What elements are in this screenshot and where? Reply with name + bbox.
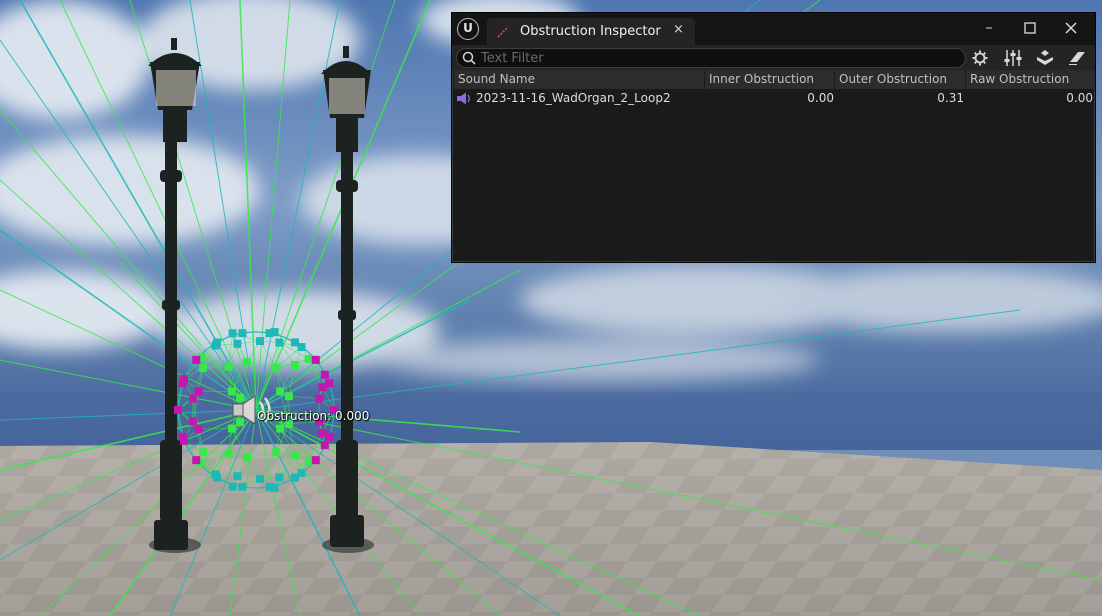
trace-point: [227, 387, 236, 396]
close-window-button[interactable]: [1051, 17, 1091, 39]
maximize-icon: [1024, 22, 1036, 34]
trace-point: [233, 339, 242, 348]
trace-point: [284, 392, 293, 401]
trace-point: [236, 418, 245, 427]
sound-icon: [457, 92, 470, 105]
obstruction-value-label: Obstruction: 0.000: [257, 409, 370, 423]
raw-obstruction-cell: 0.00: [1066, 91, 1093, 105]
trace-point: [199, 363, 208, 372]
trace-point: [275, 338, 284, 347]
trace-point: [236, 393, 245, 402]
trace-point: [227, 424, 236, 433]
trace-point: [228, 329, 237, 338]
trace-point: [275, 473, 284, 482]
trace-point: [315, 394, 324, 403]
trace-point: [304, 457, 313, 466]
inspector-toolbar: [452, 45, 1095, 71]
trace-point: [304, 354, 313, 363]
trace-point: [224, 449, 233, 458]
trace-point: [242, 358, 251, 367]
trace-point: [256, 474, 265, 483]
tab-close-icon[interactable]: ×: [673, 22, 684, 37]
column-header-sound-name[interactable]: Sound Name: [454, 70, 705, 89]
trace-point: [291, 450, 300, 459]
trace-point: [291, 361, 300, 370]
table-header: Sound Name Inner Obstruction Outer Obstr…: [454, 70, 1095, 89]
column-header-outer-obstruction[interactable]: Outer Obstruction: [835, 70, 966, 89]
trace-point: [199, 448, 208, 457]
trace-point: [320, 370, 329, 379]
eraser-icon[interactable]: [1067, 49, 1087, 67]
outer-obstruction-cell: 0.31: [937, 91, 964, 105]
tab-label: Obstruction Inspector: [520, 24, 661, 39]
trace-point: [194, 424, 203, 433]
table-row[interactable]: 2023-11-16_WadOrgan_2_Loop2 0.00 0.31 0.…: [454, 89, 1095, 108]
trace-point: [194, 387, 203, 396]
tab-obstruction-inspector[interactable]: Obstruction Inspector ×: [487, 18, 695, 45]
trace-point: [228, 482, 237, 491]
trace-point: [318, 428, 327, 437]
trace-point: [233, 472, 242, 481]
trace-point: [188, 417, 197, 426]
column-header-raw-obstruction[interactable]: Raw Obstruction: [966, 70, 1095, 89]
obstruction-inspector-window[interactable]: U Obstruction Inspector × – Text Filter …: [451, 12, 1096, 263]
trace-point: [224, 362, 233, 371]
sliders-icon[interactable]: [1003, 49, 1023, 67]
sound-name-cell: 2023-11-16_WadOrgan_2_Loop2: [476, 91, 671, 105]
trace-point: [272, 448, 281, 457]
trace-point: [188, 394, 197, 403]
inner-obstruction-cell: 0.00: [807, 91, 834, 105]
trace-point: [256, 337, 265, 346]
search-icon: [462, 51, 476, 65]
trace-point: [276, 424, 285, 433]
window-titlebar[interactable]: U Obstruction Inspector × –: [452, 13, 1095, 45]
trace-point: [318, 383, 327, 392]
trace-point: [242, 453, 251, 462]
text-filter-box[interactable]: [456, 48, 966, 68]
actor-filter-icon[interactable]: [1035, 49, 1055, 67]
unreal-logo-icon: U: [457, 18, 479, 40]
minimize-button[interactable]: –: [969, 17, 1009, 39]
text-filter-input[interactable]: [481, 49, 951, 67]
column-header-inner-obstruction[interactable]: Inner Obstruction: [705, 70, 835, 89]
trace-point: [320, 441, 329, 450]
trace-point: [272, 363, 281, 372]
trace-point: [276, 387, 285, 396]
close-icon: [1065, 22, 1077, 34]
inspector-tab-icon: [497, 26, 509, 38]
settings-icon[interactable]: [970, 49, 990, 67]
maximize-button[interactable]: [1010, 17, 1050, 39]
